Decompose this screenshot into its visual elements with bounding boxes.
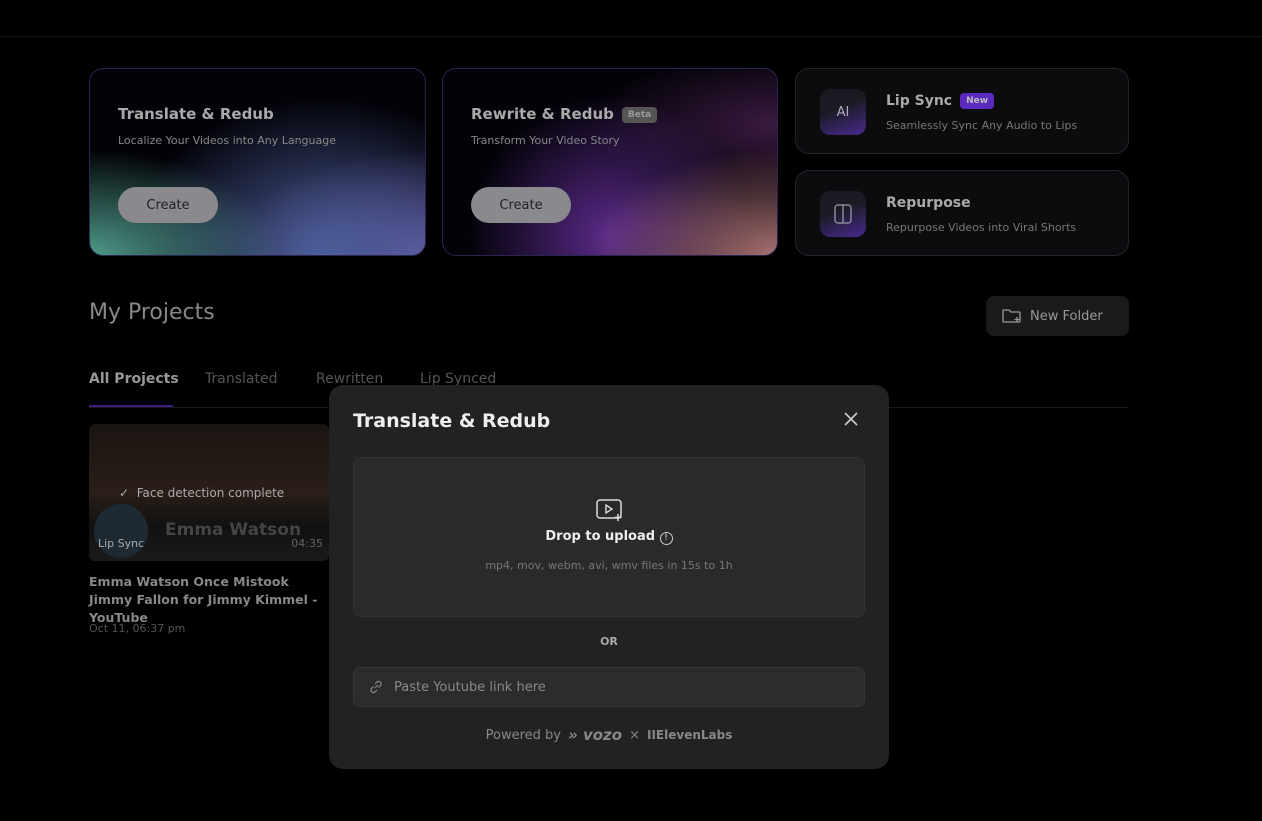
translate-redub-card[interactable]: Translate & Redub Localize Your Videos i…	[89, 68, 426, 256]
vozo-text: vozo	[582, 726, 623, 744]
film-icon	[820, 191, 866, 237]
card-title: Translate & Redub	[118, 105, 274, 123]
or-divider: OR	[600, 635, 618, 648]
project-type: Lip Sync	[98, 537, 145, 550]
card-title-text: Rewrite & Redub	[471, 105, 614, 123]
card-subtitle: Transform Your Video Story	[471, 134, 620, 147]
link-placeholder: Paste Youtube link here	[394, 679, 546, 695]
duration: 04:35	[291, 537, 323, 550]
close-icon[interactable]	[844, 411, 858, 430]
new-folder-button[interactable]: New Folder	[986, 296, 1129, 336]
lip-sync-card[interactable]: AI Lip Sync New Seamlessly Sync Any Audio…	[795, 68, 1129, 154]
project-title[interactable]: Emma Watson Once Mistook Jimmy Fallon fo…	[89, 573, 334, 627]
thumbnail-caption: Emma Watson	[165, 520, 302, 540]
create-button[interactable]: Create	[471, 187, 571, 223]
card-title-text: Lip Sync	[886, 93, 953, 109]
info-icon[interactable]: !	[659, 532, 673, 545]
status-text: Face detection complete	[136, 486, 285, 500]
folder-plus-icon	[1002, 309, 1021, 323]
modal-title: Translate & Redub	[353, 410, 551, 432]
rewrite-redub-card[interactable]: Rewrite & Redub Beta Transform Your Video…	[442, 68, 778, 256]
link-icon	[370, 680, 382, 694]
video-upload-icon	[596, 499, 622, 521]
drop-label-text: Drop to upload	[545, 529, 656, 544]
tab-translated[interactable]: Translated	[205, 371, 277, 387]
card-title: Rewrite & Redub Beta	[471, 105, 658, 123]
repurpose-card[interactable]: Repurpose Repurpose Videos into Viral Sh…	[795, 170, 1129, 256]
card-subtitle: Repurpose Videos into Viral Shorts	[886, 221, 1077, 234]
new-badge: New	[960, 93, 995, 109]
elevenlabs-logo: IIElevenLabs	[647, 728, 733, 742]
card-title: Repurpose	[886, 195, 971, 211]
powered-by-label: Powered by	[485, 727, 561, 743]
upload-dropzone[interactable]: Drop to upload ! mp4, mov, webm, avi, wm…	[353, 457, 865, 617]
vozo-logo: » vozo	[567, 726, 623, 744]
translate-redub-modal: Translate & Redub Drop to upload ! mp4, …	[329, 385, 889, 769]
card-subtitle: Localize Your Videos into Any Language	[118, 134, 336, 147]
project-thumbnail[interactable]: ✓ Face detection complete Emma Watson Li…	[89, 424, 329, 561]
format-hint: mp4, mov, webm, avi, wmv files in 15s to…	[485, 559, 733, 572]
status-label: ✓ Face detection complete	[119, 486, 285, 500]
lip-ai-icon: AI	[820, 89, 866, 135]
youtube-link-input[interactable]: Paste Youtube link here	[353, 667, 865, 707]
new-folder-label: New Folder	[1030, 308, 1103, 324]
drop-label: Drop to upload !	[354, 529, 864, 545]
beta-badge: Beta	[621, 107, 658, 123]
project-date: Oct 11, 06:37 pm	[89, 622, 186, 635]
times-sign: ×	[629, 727, 640, 743]
header-divider	[0, 36, 1262, 37]
card-title: Lip Sync New	[886, 93, 995, 109]
tab-all-projects[interactable]: All Projects	[89, 371, 179, 387]
card-subtitle: Seamlessly Sync Any Audio to Lips	[886, 119, 1078, 132]
powered-by: Powered by » vozo × IIElevenLabs	[329, 726, 889, 744]
create-button[interactable]: Create	[118, 187, 218, 223]
page-title: My Projects	[89, 300, 215, 325]
